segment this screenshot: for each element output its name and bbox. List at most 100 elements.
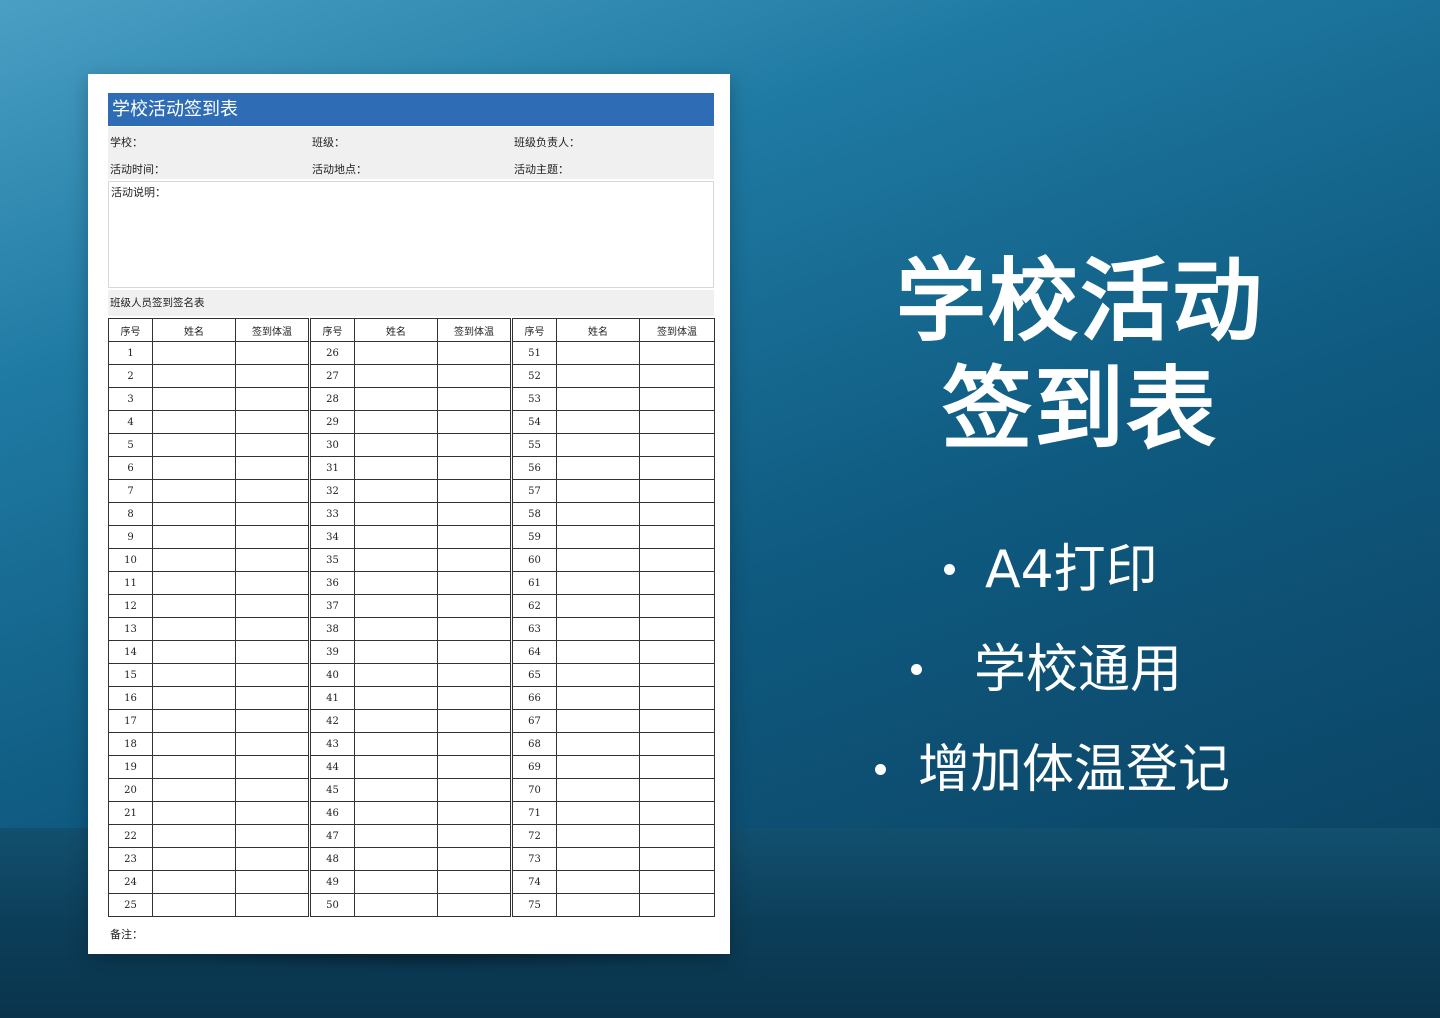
name-cell[interactable] bbox=[354, 456, 438, 480]
name-cell[interactable] bbox=[354, 893, 438, 917]
temperature-cell[interactable] bbox=[639, 548, 715, 572]
name-cell[interactable] bbox=[152, 686, 236, 710]
temperature-cell[interactable] bbox=[639, 387, 715, 411]
temperature-cell[interactable] bbox=[235, 617, 309, 641]
name-cell[interactable] bbox=[152, 387, 236, 411]
temperature-cell[interactable] bbox=[235, 870, 309, 894]
name-cell[interactable] bbox=[556, 571, 640, 595]
name-cell[interactable] bbox=[354, 479, 438, 503]
name-cell[interactable] bbox=[152, 778, 236, 802]
name-cell[interactable] bbox=[556, 617, 640, 641]
temperature-cell[interactable] bbox=[437, 778, 511, 802]
name-cell[interactable] bbox=[556, 525, 640, 549]
name-cell[interactable] bbox=[152, 870, 236, 894]
temperature-cell[interactable] bbox=[639, 640, 715, 664]
temperature-cell[interactable] bbox=[235, 755, 309, 779]
temperature-cell[interactable] bbox=[437, 479, 511, 503]
temperature-cell[interactable] bbox=[437, 387, 511, 411]
name-cell[interactable] bbox=[152, 732, 236, 756]
temperature-cell[interactable] bbox=[235, 341, 309, 365]
temperature-cell[interactable] bbox=[235, 824, 309, 848]
temperature-cell[interactable] bbox=[235, 847, 309, 871]
temperature-cell[interactable] bbox=[639, 410, 715, 434]
name-cell[interactable] bbox=[354, 801, 438, 825]
name-cell[interactable] bbox=[354, 640, 438, 664]
temperature-cell[interactable] bbox=[235, 893, 309, 917]
name-cell[interactable] bbox=[152, 410, 236, 434]
temperature-cell[interactable] bbox=[235, 663, 309, 687]
name-cell[interactable] bbox=[556, 709, 640, 733]
name-cell[interactable] bbox=[556, 893, 640, 917]
name-cell[interactable] bbox=[152, 364, 236, 388]
name-cell[interactable] bbox=[354, 824, 438, 848]
temperature-cell[interactable] bbox=[639, 341, 715, 365]
temperature-cell[interactable] bbox=[235, 709, 309, 733]
temperature-cell[interactable] bbox=[639, 801, 715, 825]
name-cell[interactable] bbox=[354, 686, 438, 710]
name-cell[interactable] bbox=[152, 525, 236, 549]
name-cell[interactable] bbox=[556, 479, 640, 503]
temperature-cell[interactable] bbox=[235, 410, 309, 434]
temperature-cell[interactable] bbox=[639, 502, 715, 526]
temperature-cell[interactable] bbox=[235, 801, 309, 825]
name-cell[interactable] bbox=[556, 732, 640, 756]
temperature-cell[interactable] bbox=[639, 433, 715, 457]
name-cell[interactable] bbox=[354, 778, 438, 802]
temperature-cell[interactable] bbox=[437, 341, 511, 365]
name-cell[interactable] bbox=[354, 594, 438, 618]
temperature-cell[interactable] bbox=[437, 456, 511, 480]
name-cell[interactable] bbox=[556, 640, 640, 664]
name-cell[interactable] bbox=[556, 410, 640, 434]
temperature-cell[interactable] bbox=[437, 410, 511, 434]
temperature-cell[interactable] bbox=[235, 502, 309, 526]
temperature-cell[interactable] bbox=[437, 571, 511, 595]
name-cell[interactable] bbox=[556, 594, 640, 618]
temperature-cell[interactable] bbox=[235, 456, 309, 480]
name-cell[interactable] bbox=[556, 364, 640, 388]
temperature-cell[interactable] bbox=[437, 502, 511, 526]
name-cell[interactable] bbox=[556, 801, 640, 825]
temperature-cell[interactable] bbox=[235, 640, 309, 664]
name-cell[interactable] bbox=[354, 617, 438, 641]
name-cell[interactable] bbox=[354, 870, 438, 894]
name-cell[interactable] bbox=[556, 824, 640, 848]
name-cell[interactable] bbox=[354, 663, 438, 687]
name-cell[interactable] bbox=[556, 686, 640, 710]
temperature-cell[interactable] bbox=[639, 824, 715, 848]
temperature-cell[interactable] bbox=[639, 755, 715, 779]
name-cell[interactable] bbox=[556, 870, 640, 894]
temperature-cell[interactable] bbox=[437, 663, 511, 687]
name-cell[interactable] bbox=[152, 617, 236, 641]
name-cell[interactable] bbox=[354, 548, 438, 572]
temperature-cell[interactable] bbox=[437, 870, 511, 894]
name-cell[interactable] bbox=[354, 571, 438, 595]
temperature-cell[interactable] bbox=[235, 387, 309, 411]
temperature-cell[interactable] bbox=[235, 433, 309, 457]
temperature-cell[interactable] bbox=[437, 686, 511, 710]
name-cell[interactable] bbox=[152, 548, 236, 572]
name-cell[interactable] bbox=[556, 502, 640, 526]
name-cell[interactable] bbox=[354, 341, 438, 365]
temperature-cell[interactable] bbox=[437, 709, 511, 733]
temperature-cell[interactable] bbox=[235, 364, 309, 388]
temperature-cell[interactable] bbox=[639, 870, 715, 894]
name-cell[interactable] bbox=[152, 824, 236, 848]
name-cell[interactable] bbox=[152, 479, 236, 503]
temperature-cell[interactable] bbox=[235, 479, 309, 503]
temperature-cell[interactable] bbox=[639, 778, 715, 802]
temperature-cell[interactable] bbox=[639, 594, 715, 618]
name-cell[interactable] bbox=[354, 387, 438, 411]
name-cell[interactable] bbox=[152, 456, 236, 480]
temperature-cell[interactable] bbox=[235, 525, 309, 549]
name-cell[interactable] bbox=[152, 755, 236, 779]
temperature-cell[interactable] bbox=[639, 525, 715, 549]
temperature-cell[interactable] bbox=[437, 732, 511, 756]
name-cell[interactable] bbox=[152, 801, 236, 825]
name-cell[interactable] bbox=[152, 893, 236, 917]
temperature-cell[interactable] bbox=[437, 364, 511, 388]
temperature-cell[interactable] bbox=[235, 548, 309, 572]
temperature-cell[interactable] bbox=[235, 594, 309, 618]
name-cell[interactable] bbox=[152, 847, 236, 871]
name-cell[interactable] bbox=[354, 755, 438, 779]
name-cell[interactable] bbox=[354, 410, 438, 434]
